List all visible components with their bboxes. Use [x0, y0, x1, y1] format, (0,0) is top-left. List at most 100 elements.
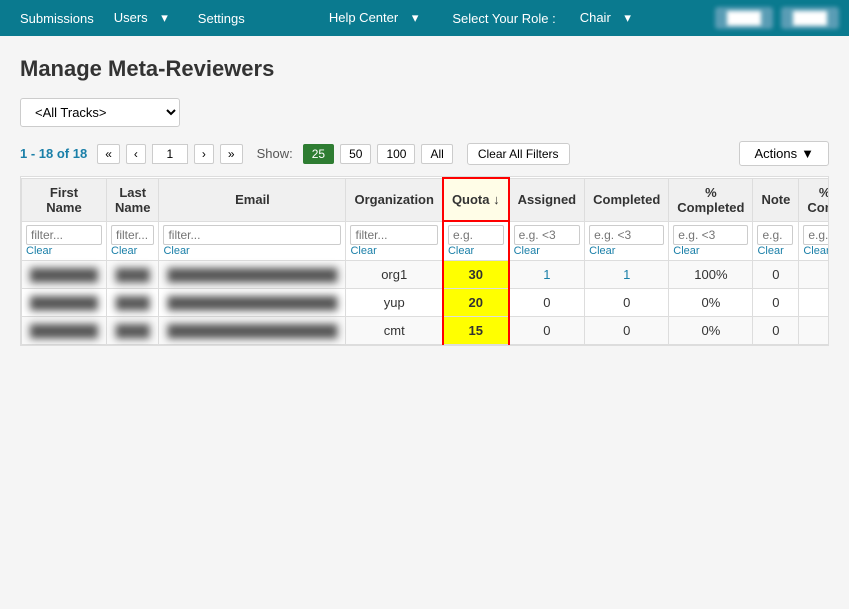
table-body: ████████████████████████████████org13011…: [22, 261, 830, 345]
cell-last-name: ████: [107, 289, 159, 317]
cell-email: ████████████████████: [159, 261, 346, 289]
filter-quota-clear[interactable]: Clear: [448, 245, 504, 257]
cell-email: ████████████████████: [159, 317, 346, 345]
table-wrapper: FirstName LastName Email Organization Qu…: [20, 176, 829, 346]
filter-pct-note: Clear: [799, 221, 829, 261]
cell-pct-note: 0%: [799, 289, 829, 317]
cell-first-name: ████████: [22, 289, 107, 317]
cell-org: org1: [346, 261, 443, 289]
filter-org-input[interactable]: [350, 225, 437, 245]
page-number-input[interactable]: [152, 144, 188, 164]
filter-quota-input[interactable]: [448, 225, 504, 245]
col-completed: Completed: [585, 178, 669, 221]
filter-first-name-clear[interactable]: Clear: [26, 245, 102, 257]
filter-email-input[interactable]: [163, 225, 341, 245]
cell-note: 0: [753, 317, 799, 345]
cell-pct-completed: 0%: [669, 317, 753, 345]
filter-email: Clear: [159, 221, 346, 261]
nav-btn1[interactable]: ████: [715, 7, 773, 29]
filter-assigned: Clear: [509, 221, 585, 261]
col-last-name: LastName: [107, 178, 159, 221]
table-header-row: FirstName LastName Email Organization Qu…: [22, 178, 830, 221]
filter-pct-completed: Clear: [669, 221, 753, 261]
filter-last-name-input[interactable]: [111, 225, 154, 245]
nav-btn2[interactable]: ████: [781, 7, 839, 29]
cell-assigned: 0: [509, 289, 585, 317]
table-row: ████████████████████████████████org13011…: [22, 261, 830, 289]
nav-right: ████ ████: [715, 7, 839, 29]
filter-pct-completed-input[interactable]: [673, 225, 748, 245]
cell-first-name: ████████: [22, 317, 107, 345]
first-page-btn[interactable]: «: [97, 144, 120, 164]
filter-completed-clear[interactable]: Clear: [589, 245, 664, 257]
filter-pct-completed-clear[interactable]: Clear: [673, 245, 748, 257]
nav-settings[interactable]: Settings: [188, 11, 255, 26]
users-dropdown-arrow: ▾: [151, 10, 178, 25]
filter-email-clear[interactable]: Clear: [163, 245, 341, 257]
page-title: Manage Meta-Reviewers: [20, 56, 829, 82]
filter-row: Clear Clear Clear Clear: [22, 221, 830, 261]
page-content: Manage Meta-Reviewers <All Tracks> 1 - 1…: [0, 36, 849, 366]
filter-last-name: Clear: [107, 221, 159, 261]
cell-quota: 20: [443, 289, 509, 317]
show-label: Show:: [257, 146, 293, 161]
cell-quota: 15: [443, 317, 509, 345]
col-pct-note-completed: % NoteCompleted: [799, 178, 829, 221]
filter-org-clear[interactable]: Clear: [350, 245, 437, 257]
nav-help-center[interactable]: Help Center ▾: [319, 10, 439, 26]
filter-first-name-input[interactable]: [26, 225, 102, 245]
filter-assigned-clear[interactable]: Clear: [514, 245, 581, 257]
pagination-info: 1 - 18 of 18: [20, 146, 87, 161]
table-row: ████████████████████████████████cmt15000…: [22, 317, 830, 345]
cell-completed: 0: [585, 317, 669, 345]
cell-note: 0: [753, 261, 799, 289]
cell-first-name: ████████: [22, 261, 107, 289]
filter-note-clear[interactable]: Clear: [757, 245, 794, 257]
filter-last-name-clear[interactable]: Clear: [111, 245, 154, 257]
filter-note-input[interactable]: [757, 225, 793, 245]
actions-label: Actions: [754, 146, 797, 161]
show-25-btn[interactable]: 25: [303, 144, 334, 164]
show-50-btn[interactable]: 50: [340, 144, 371, 164]
nav-submissions[interactable]: Submissions: [10, 11, 104, 26]
col-note: Note: [753, 178, 799, 221]
pagination-row: 1 - 18 of 18 « ‹ › » Show: 25 50 100 All…: [20, 141, 829, 166]
cell-pct-completed: 100%: [669, 261, 753, 289]
cell-last-name: ████: [107, 261, 159, 289]
filter-pct-note-input[interactable]: [803, 225, 829, 245]
filter-pct-note-clear[interactable]: Clear: [803, 245, 829, 257]
nav-role-chair[interactable]: Chair ▾: [570, 10, 651, 26]
actions-dropdown-arrow: ▼: [801, 146, 814, 161]
track-selector-container: <All Tracks>: [20, 98, 829, 127]
actions-btn[interactable]: Actions ▼: [739, 141, 829, 166]
chair-dropdown-arrow: ▾: [614, 10, 641, 25]
cell-assigned[interactable]: 1: [509, 261, 585, 289]
cell-completed[interactable]: 1: [585, 261, 669, 289]
filter-note: Clear: [753, 221, 799, 261]
cell-completed: 0: [585, 289, 669, 317]
last-page-btn[interactable]: »: [220, 144, 243, 164]
meta-reviewers-table: FirstName LastName Email Organization Qu…: [21, 177, 829, 345]
col-pct-completed: %Completed: [669, 178, 753, 221]
cell-note: 0: [753, 289, 799, 317]
next-page-btn[interactable]: ›: [194, 144, 214, 164]
col-email: Email: [159, 178, 346, 221]
show-100-btn[interactable]: 100: [377, 144, 415, 164]
filter-assigned-input[interactable]: [514, 225, 581, 245]
filter-organization: Clear: [346, 221, 443, 261]
show-all-btn[interactable]: All: [421, 144, 452, 164]
filter-quota: Clear: [443, 221, 509, 261]
top-nav: Submissions Users ▾ Settings Help Center…: [0, 0, 849, 36]
cell-org: cmt: [346, 317, 443, 345]
track-selector[interactable]: <All Tracks>: [20, 98, 180, 127]
prev-page-btn[interactable]: ‹: [126, 144, 146, 164]
col-quota[interactable]: Quota ↓: [443, 178, 509, 221]
clear-all-filters-btn[interactable]: Clear All Filters: [467, 143, 570, 165]
cell-email: ████████████████████: [159, 289, 346, 317]
cell-last-name: ████: [107, 317, 159, 345]
table-row: ████████████████████████████████yup20000…: [22, 289, 830, 317]
cell-org: yup: [346, 289, 443, 317]
col-first-name: FirstName: [22, 178, 107, 221]
filter-completed-input[interactable]: [589, 225, 664, 245]
nav-users[interactable]: Users ▾: [104, 10, 188, 26]
